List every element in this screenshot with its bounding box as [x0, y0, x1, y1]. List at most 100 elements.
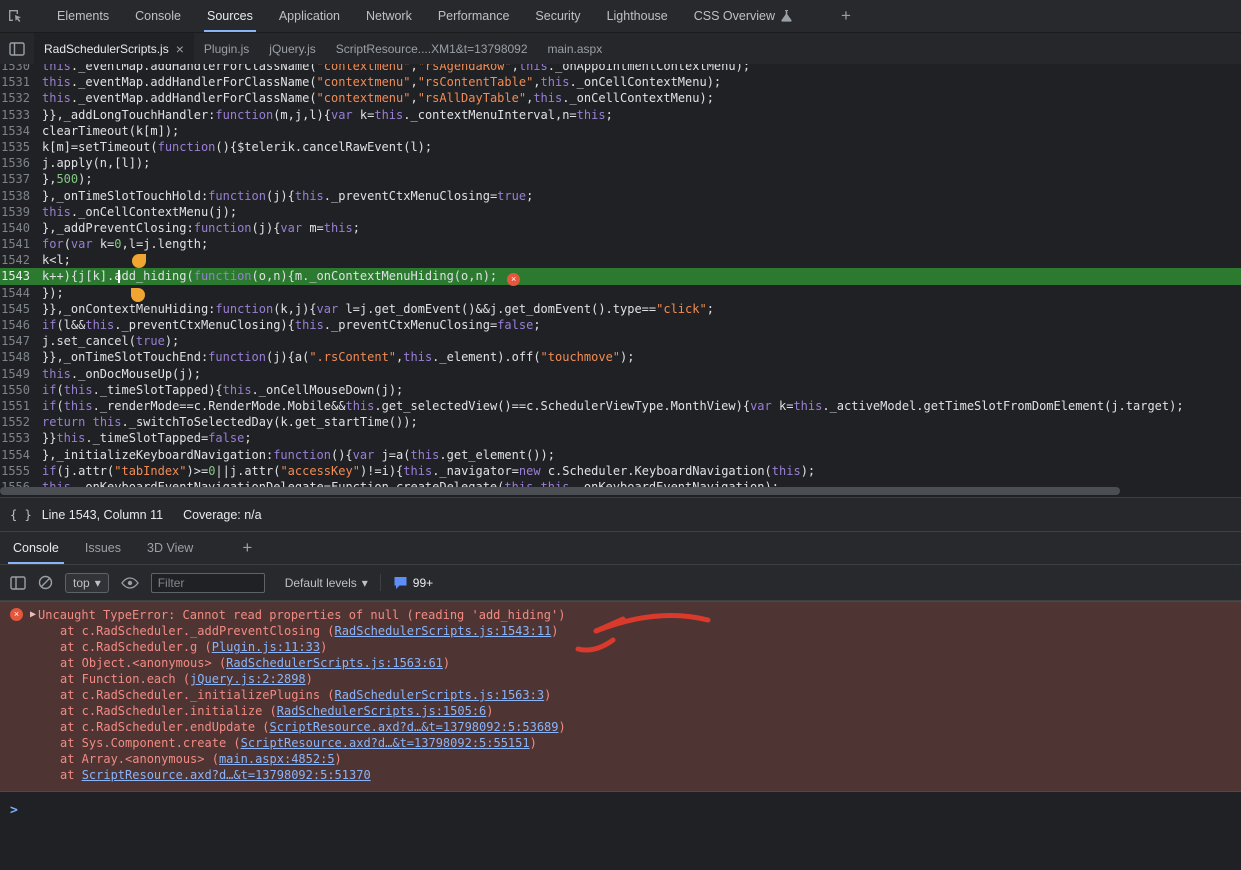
stack-link[interactable]: ScriptResource.axd?d…&t=13798092:5:53689: [270, 720, 559, 734]
inspect-element-icon[interactable]: [0, 8, 30, 24]
console-error-entry[interactable]: × ▶ Uncaught TypeError: Cannot read prop…: [0, 601, 1241, 792]
selection-handle-end[interactable]: [131, 288, 145, 302]
chevron-down-icon: ▾: [362, 576, 368, 590]
stack-link[interactable]: Plugin.js:11:33: [212, 640, 320, 654]
live-expression-icon[interactable]: [121, 577, 139, 589]
line-number[interactable]: 1543: [0, 268, 34, 284]
code-line-1538[interactable]: 1538},_onTimeSlotTouchHold:function(j){t…: [0, 188, 1241, 204]
more-drawer-tabs-icon[interactable]: +: [232, 532, 262, 564]
stack-link[interactable]: RadSchedulerScripts.js:1543:11: [335, 624, 552, 638]
drawer-tab-3d-view[interactable]: 3D View: [134, 532, 206, 564]
file-tab-scriptresource-xm1-t-13798092[interactable]: ScriptResource....XM1&t=13798092: [326, 33, 538, 64]
line-number[interactable]: 1553: [0, 430, 34, 446]
issues-counter[interactable]: 99+: [393, 576, 433, 590]
line-number[interactable]: 1551: [0, 398, 34, 414]
code-line-1536[interactable]: 1536j.apply(n,[l]);: [0, 155, 1241, 171]
code-line-1547[interactable]: 1547j.set_cancel(true);: [0, 333, 1241, 349]
drawer-tab-console[interactable]: Console: [0, 532, 72, 564]
panel-tab-elements[interactable]: Elements: [44, 0, 122, 32]
line-number[interactable]: 1546: [0, 317, 34, 333]
code-line-1535[interactable]: 1535k[m]=setTimeout(function(){$telerik.…: [0, 139, 1241, 155]
code-line-1533[interactable]: 1533}},_addLongTouchHandler:function(m,j…: [0, 107, 1241, 123]
code-line-1549[interactable]: 1549this._onDocMouseUp(j);: [0, 366, 1241, 382]
line-number[interactable]: 1541: [0, 236, 34, 252]
panel-tab-css-overview[interactable]: CSS Overview: [681, 0, 805, 32]
panel-tab-console[interactable]: Console: [122, 0, 194, 32]
stack-link[interactable]: ScriptResource.axd?d…&t=13798092:5:51370: [82, 768, 371, 782]
line-number[interactable]: 1535: [0, 139, 34, 155]
line-number[interactable]: 1549: [0, 366, 34, 382]
line-number[interactable]: 1533: [0, 107, 34, 123]
line-number[interactable]: 1545: [0, 301, 34, 317]
line-number[interactable]: 1540: [0, 220, 34, 236]
line-number[interactable]: 1532: [0, 90, 34, 106]
code-line-1543[interactable]: 1543k++){j[k].add_hiding(function(o,n){m…: [0, 268, 1241, 284]
pretty-print-button[interactable]: { }: [0, 508, 42, 522]
line-number[interactable]: 1538: [0, 188, 34, 204]
close-tab-icon[interactable]: ×: [176, 42, 184, 56]
selection-handle-start[interactable]: [132, 254, 146, 268]
context-selector[interactable]: top▾: [65, 573, 109, 593]
code-line-1546[interactable]: 1546if(l&&this._preventCtxMenuClosing){t…: [0, 317, 1241, 333]
console-prompt-row[interactable]: >: [0, 792, 1241, 818]
code-line-1554[interactable]: 1554},_initializeKeyboardNavigation:func…: [0, 447, 1241, 463]
code-line-1540[interactable]: 1540},_addPreventClosing:function(j){var…: [0, 220, 1241, 236]
code-line-1550[interactable]: 1550if(this._timeSlotTapped){this._onCel…: [0, 382, 1241, 398]
stack-link[interactable]: jQuery.js:2:2898: [190, 672, 306, 686]
panel-tab-security[interactable]: Security: [522, 0, 593, 32]
code-line-1551[interactable]: 1551if(this._renderMode==c.RenderMode.Mo…: [0, 398, 1241, 414]
code-line-1555[interactable]: 1555if(j.attr("tabIndex")>=0||j.attr("ac…: [0, 463, 1241, 479]
console-sidebar-icon[interactable]: [10, 576, 26, 590]
file-tab-plugin-js[interactable]: Plugin.js: [194, 33, 259, 64]
line-number[interactable]: 1530: [0, 64, 34, 74]
line-number[interactable]: 1554: [0, 447, 34, 463]
line-number[interactable]: 1539: [0, 204, 34, 220]
code-line-1542[interactable]: 1542k<l;: [0, 252, 1241, 268]
line-number[interactable]: 1542: [0, 252, 34, 268]
navigator-toggle-icon[interactable]: [0, 33, 34, 64]
stack-link[interactable]: ScriptResource.axd?d…&t=13798092:5:55151: [241, 736, 530, 750]
line-number[interactable]: 1536: [0, 155, 34, 171]
panel-tab-performance[interactable]: Performance: [425, 0, 523, 32]
panel-tab-lighthouse[interactable]: Lighthouse: [594, 0, 681, 32]
line-number[interactable]: 1547: [0, 333, 34, 349]
code-line-1544[interactable]: 1544});: [0, 285, 1241, 301]
line-number[interactable]: 1548: [0, 349, 34, 365]
clear-console-icon[interactable]: [38, 575, 53, 590]
code-line-1537[interactable]: 1537},500);: [0, 171, 1241, 187]
code-line-1545[interactable]: 1545}},_onContextMenuHiding:function(k,j…: [0, 301, 1241, 317]
file-tab-jquery-js[interactable]: jQuery.js: [259, 33, 325, 64]
console-filter-input[interactable]: [151, 573, 265, 593]
file-tab-radschedulerscripts-js[interactable]: RadSchedulerScripts.js×: [34, 33, 194, 64]
line-number[interactable]: 1537: [0, 171, 34, 187]
line-number[interactable]: 1555: [0, 463, 34, 479]
stack-link[interactable]: main.aspx:4852:5: [219, 752, 335, 766]
code-line-1552[interactable]: 1552return this._switchToSelectedDay(k.g…: [0, 414, 1241, 430]
panel-tab-sources[interactable]: Sources: [194, 0, 266, 32]
horizontal-scrollbar[interactable]: [0, 487, 1120, 495]
stack-link[interactable]: RadSchedulerScripts.js:1563:61: [226, 656, 443, 670]
log-levels-selector[interactable]: Default levels▾: [285, 576, 368, 590]
file-tab-main-aspx[interactable]: main.aspx: [538, 33, 613, 64]
panel-tab-application[interactable]: Application: [266, 0, 353, 32]
code-line-1532[interactable]: 1532this._eventMap.addHandlerForClassNam…: [0, 90, 1241, 106]
expand-triangle-icon[interactable]: ▶: [30, 607, 36, 623]
code-line-1530[interactable]: 1530this._eventMap.addHandlerForClassNam…: [0, 64, 1241, 74]
code-line-1539[interactable]: 1539this._onCellContextMenu(j);: [0, 204, 1241, 220]
line-number[interactable]: 1544: [0, 285, 34, 301]
line-number[interactable]: 1531: [0, 74, 34, 90]
line-number[interactable]: 1552: [0, 414, 34, 430]
source-editor[interactable]: 1530this._eventMap.addHandlerForClassNam…: [0, 64, 1241, 497]
code-line-1531[interactable]: 1531this._eventMap.addHandlerForClassNam…: [0, 74, 1241, 90]
code-line-1548[interactable]: 1548}},_onTimeSlotTouchEnd:function(j){a…: [0, 349, 1241, 365]
stack-link[interactable]: RadSchedulerScripts.js:1505:6: [277, 704, 487, 718]
panel-tab-network[interactable]: Network: [353, 0, 425, 32]
line-number[interactable]: 1534: [0, 123, 34, 139]
drawer-tab-issues[interactable]: Issues: [72, 532, 134, 564]
line-number[interactable]: 1550: [0, 382, 34, 398]
code-line-1541[interactable]: 1541for(var k=0,l=j.length;: [0, 236, 1241, 252]
code-line-1534[interactable]: 1534clearTimeout(k[m]);: [0, 123, 1241, 139]
stack-link[interactable]: RadSchedulerScripts.js:1563:3: [335, 688, 545, 702]
code-line-1553[interactable]: 1553}}this._timeSlotTapped=false;: [0, 430, 1241, 446]
more-panels-icon[interactable]: +: [831, 6, 861, 26]
